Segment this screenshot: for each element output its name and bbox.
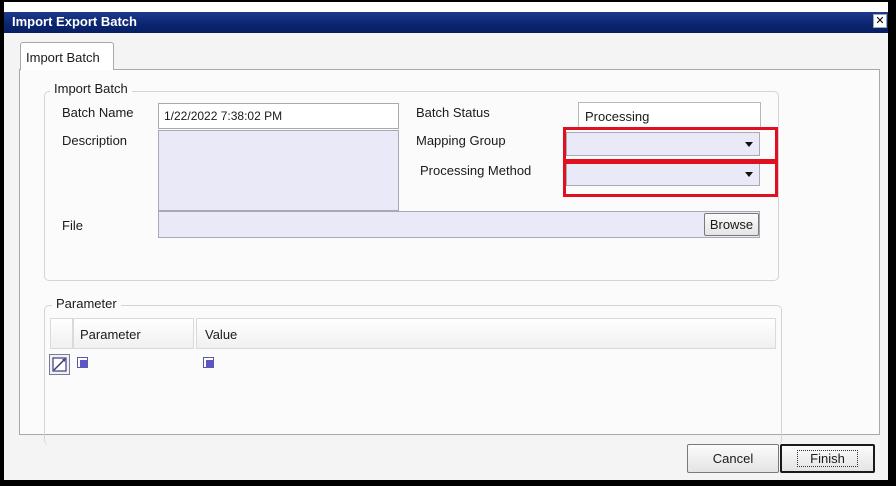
window-frame (0, 0, 896, 486)
